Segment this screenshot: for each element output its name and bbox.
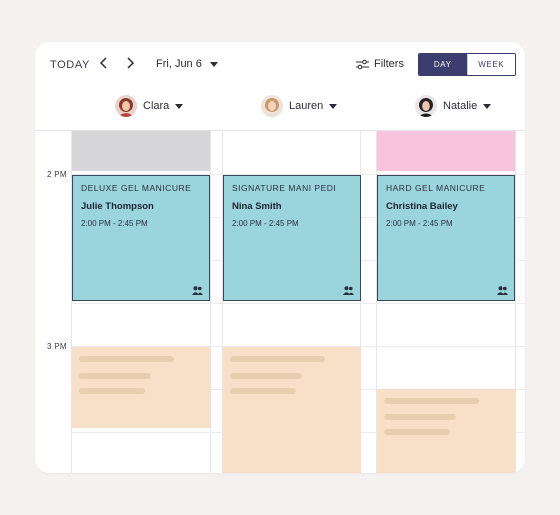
caret-down-icon [209, 61, 218, 67]
group-icon [343, 286, 354, 295]
calendar-toolbar: TODAY Fri, Jun 6 Filters DAY WEEK [35, 42, 525, 86]
group-icon [192, 286, 203, 295]
appointment-client: Julie Thompson [81, 201, 154, 212]
appointment-card[interactable]: SIGNATURE MANI PEDI Nina Smith 2:00 PM -… [223, 175, 361, 301]
staff-name: Lauren [289, 100, 324, 112]
avatar [415, 95, 437, 117]
appointment-service: DELUXE GEL MANICURE [81, 183, 192, 193]
appointment-time: 2:00 PM - 2:45 PM [232, 219, 299, 228]
skeleton-line [79, 373, 151, 379]
prev-day-button[interactable] [97, 56, 111, 70]
skeleton-line [384, 429, 450, 435]
skeleton-line [230, 356, 325, 362]
appointment-client: Nina Smith [232, 201, 282, 212]
chevron-right-icon [127, 57, 135, 69]
date-dropdown[interactable]: Fri, Jun 6 [156, 58, 218, 70]
schedule-grid: 2 PM 3 PM DELUXE GEL MANICURE Julie Thom… [35, 130, 525, 473]
appointment-service: HARD GEL MANICURE [386, 183, 486, 193]
appointment-client: Christina Bailey [386, 201, 458, 212]
staff-header-lauren[interactable]: Lauren [261, 95, 338, 117]
skeleton-line [230, 373, 302, 379]
staff-header-natalie[interactable]: Natalie [415, 95, 492, 117]
appointment-card[interactable]: DELUXE GEL MANICURE Julie Thompson 2:00 … [72, 175, 210, 301]
staff-header-clara[interactable]: Clara [115, 95, 184, 117]
time-label-3pm: 3 PM [47, 342, 67, 351]
today-button[interactable]: TODAY [50, 59, 90, 71]
avatar [261, 95, 283, 117]
caret-down-icon [175, 103, 184, 109]
chevron-left-icon [99, 57, 107, 69]
filters-button[interactable]: Filters [356, 58, 404, 70]
date-label: Fri, Jun 6 [156, 58, 202, 70]
calendar-card: TODAY Fri, Jun 6 Filters DAY WEEK Clara … [35, 42, 525, 473]
appointment-card[interactable]: HARD GEL MANICURE Christina Bailey 2:00 … [377, 175, 515, 301]
filters-label: Filters [374, 58, 404, 70]
skeleton-line [79, 388, 145, 394]
caret-down-icon [483, 103, 492, 109]
blocked-slot [72, 131, 210, 171]
column-divider [515, 131, 516, 473]
staff-name: Clara [143, 100, 170, 112]
quarter-line [71, 303, 525, 304]
skeleton-line [230, 388, 296, 394]
blocked-slot [377, 131, 515, 171]
sliders-icon [356, 59, 369, 69]
skeleton-line [79, 356, 174, 362]
appointment-time: 2:00 PM - 2:45 PM [81, 219, 148, 228]
staff-name: Natalie [443, 100, 478, 112]
skeleton-line [384, 414, 456, 420]
view-day-button[interactable]: DAY [419, 54, 467, 75]
caret-down-icon [329, 103, 338, 109]
appointment-service: SIGNATURE MANI PEDI [232, 183, 337, 193]
avatar [115, 95, 137, 117]
appointment-time: 2:00 PM - 2:45 PM [386, 219, 453, 228]
placeholder-appointment [223, 347, 361, 473]
view-week-button[interactable]: WEEK [466, 54, 515, 75]
time-label-2pm: 2 PM [47, 170, 67, 179]
group-icon [497, 286, 508, 295]
skeleton-line [384, 398, 479, 404]
view-toggle: DAY WEEK [418, 53, 516, 76]
placeholder-appointment [72, 347, 210, 428]
next-day-button[interactable] [123, 56, 137, 70]
column-divider [210, 131, 211, 473]
placeholder-appointment [377, 389, 515, 473]
